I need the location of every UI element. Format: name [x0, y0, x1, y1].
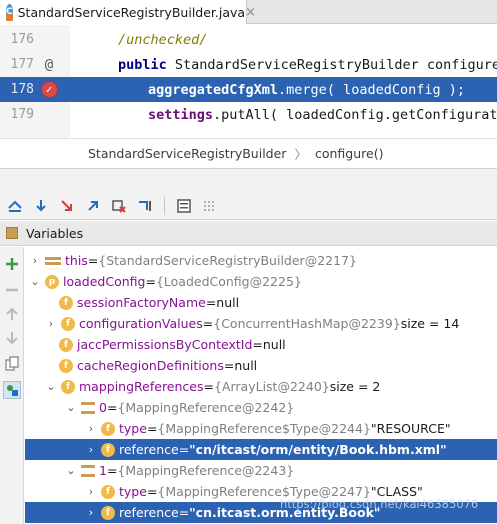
code-line-current[interactable]: 178 ✓ aggregatedCfgXml.merge( loadedConf…	[0, 77, 497, 102]
java-class-icon: C	[6, 4, 13, 21]
breakpoint-icon[interactable]: ✓	[40, 81, 58, 98]
copy-icon[interactable]	[3, 355, 21, 373]
tree-row[interactable]: f jaccPermissionsByContextId = null	[25, 334, 497, 355]
tree-row[interactable]: ⌄ f mappingReferences = {ArrayList@2240}…	[25, 376, 497, 397]
code-text: /unchecked/	[118, 31, 208, 48]
override-marker-icon[interactable]: @	[34, 57, 64, 73]
variables-panel-header: Variables	[0, 221, 497, 246]
code-line[interactable]: 176 /unchecked/	[0, 27, 497, 52]
code-field: aggregatedCfgXml	[148, 81, 279, 98]
tree-row[interactable]: › this = {StandardServiceRegistryBuilder…	[25, 250, 497, 271]
array-element-icon	[81, 401, 95, 414]
editor-tab[interactable]: C StandardServiceRegistryBuilder.java ×	[0, 0, 256, 24]
variables-tree[interactable]: › this = {StandardServiceRegistryBuilder…	[25, 250, 497, 524]
variables-icon	[6, 227, 18, 239]
show-types-icon[interactable]	[3, 381, 21, 399]
watermark: https://blog.csdn.net/kai46385076	[280, 497, 479, 511]
tree-row[interactable]: ⌄ p loadedConfig = {LoadedConfig@2225}	[25, 271, 497, 292]
code-line[interactable]: 177 @ public StandardServiceRegistryBuil…	[0, 52, 497, 77]
variables-sidebar	[0, 247, 24, 524]
breadcrumb-class[interactable]: StandardServiceRegistryBuilder	[88, 146, 286, 161]
trace-icon[interactable]	[199, 195, 221, 217]
line-number: 179	[10, 107, 34, 122]
run-to-cursor-icon[interactable]	[134, 195, 156, 217]
variables-title: Variables	[26, 225, 84, 241]
breadcrumb-separator: 〉	[294, 147, 307, 162]
tree-row[interactable]: ⌄ 1 = {MappingReference@2243}	[25, 460, 497, 481]
tree-row[interactable]: › f configurationValues = {ConcurrentHas…	[25, 313, 497, 334]
field-icon: f	[101, 484, 115, 499]
remove-watch-icon[interactable]	[3, 281, 21, 299]
field-icon: f	[59, 358, 73, 373]
expand-arrow-icon[interactable]: ›	[29, 254, 41, 267]
code-text: .merge( loadedConfig );	[278, 81, 465, 98]
expand-arrow-icon[interactable]: ›	[45, 317, 57, 330]
field-icon: f	[101, 421, 115, 436]
debug-toolbar	[0, 192, 497, 220]
code-keyword: public	[118, 56, 167, 73]
move-down-icon[interactable]	[3, 329, 21, 347]
code-editor[interactable]: 176 /unchecked/ 177 @ public StandardSer…	[0, 25, 497, 138]
evaluate-expression-icon[interactable]	[173, 195, 195, 217]
collapse-arrow-icon[interactable]: ⌄	[65, 401, 77, 414]
field-icon: f	[101, 505, 115, 520]
panel-divider[interactable]	[0, 168, 497, 192]
line-number: 176	[10, 32, 34, 47]
tree-row[interactable]: f sessionFactoryName = null	[25, 292, 497, 313]
force-step-into-icon[interactable]	[56, 195, 78, 217]
tab-close-icon[interactable]: ×	[245, 5, 256, 20]
expand-arrow-icon[interactable]: ›	[85, 443, 97, 456]
expand-arrow-icon[interactable]: ›	[85, 485, 97, 498]
drop-frame-icon[interactable]	[108, 195, 130, 217]
collapse-arrow-icon[interactable]: ⌄	[29, 275, 41, 288]
line-number: 178	[10, 82, 34, 97]
collapse-arrow-icon[interactable]: ⌄	[65, 464, 77, 477]
tree-row-selected[interactable]: › f reference = "cn/itcast/orm/entity/Bo…	[25, 439, 497, 460]
object-icon	[45, 256, 61, 265]
code-text: .putAll( loadedConfig.getConfigurat	[213, 106, 497, 123]
tree-row[interactable]: ⌄ 0 = {MappingReference@2242}	[25, 397, 497, 418]
step-out-icon[interactable]	[82, 195, 104, 217]
field-icon: f	[101, 442, 115, 457]
new-watch-icon[interactable]	[3, 255, 21, 273]
tree-row[interactable]: f cacheRegionDefinitions = null	[25, 355, 497, 376]
collapse-arrow-icon[interactable]: ⌄	[45, 380, 57, 393]
move-up-icon[interactable]	[3, 305, 21, 323]
line-number: 177	[10, 57, 34, 72]
expand-arrow-icon[interactable]: ›	[85, 422, 97, 435]
parameter-icon: p	[45, 274, 59, 289]
field-icon: f	[59, 337, 73, 352]
tab-filename: StandardServiceRegistryBuilder.java	[17, 4, 246, 20]
field-icon: f	[59, 295, 73, 310]
code-text: StandardServiceRegistryBuilder configure	[166, 56, 497, 73]
toolbar-separator	[164, 196, 165, 215]
step-over-icon[interactable]	[4, 195, 26, 217]
field-icon: f	[61, 316, 75, 331]
field-icon: f	[61, 379, 75, 394]
breadcrumb: StandardServiceRegistryBuilder 〉 configu…	[0, 138, 497, 168]
breadcrumb-method[interactable]: configure()	[315, 146, 383, 161]
step-into-icon[interactable]	[30, 195, 52, 217]
code-line[interactable]: 179 settings.putAll( loadedConfig.getCon…	[0, 102, 497, 127]
expand-arrow-icon[interactable]: ›	[85, 506, 97, 519]
editor-tab-bar: C StandardServiceRegistryBuilder.java ×	[0, 0, 497, 24]
tree-row[interactable]: › f type = {MappingReference$Type@2244} …	[25, 418, 497, 439]
code-field: settings	[148, 106, 214, 123]
array-element-icon	[81, 464, 95, 477]
